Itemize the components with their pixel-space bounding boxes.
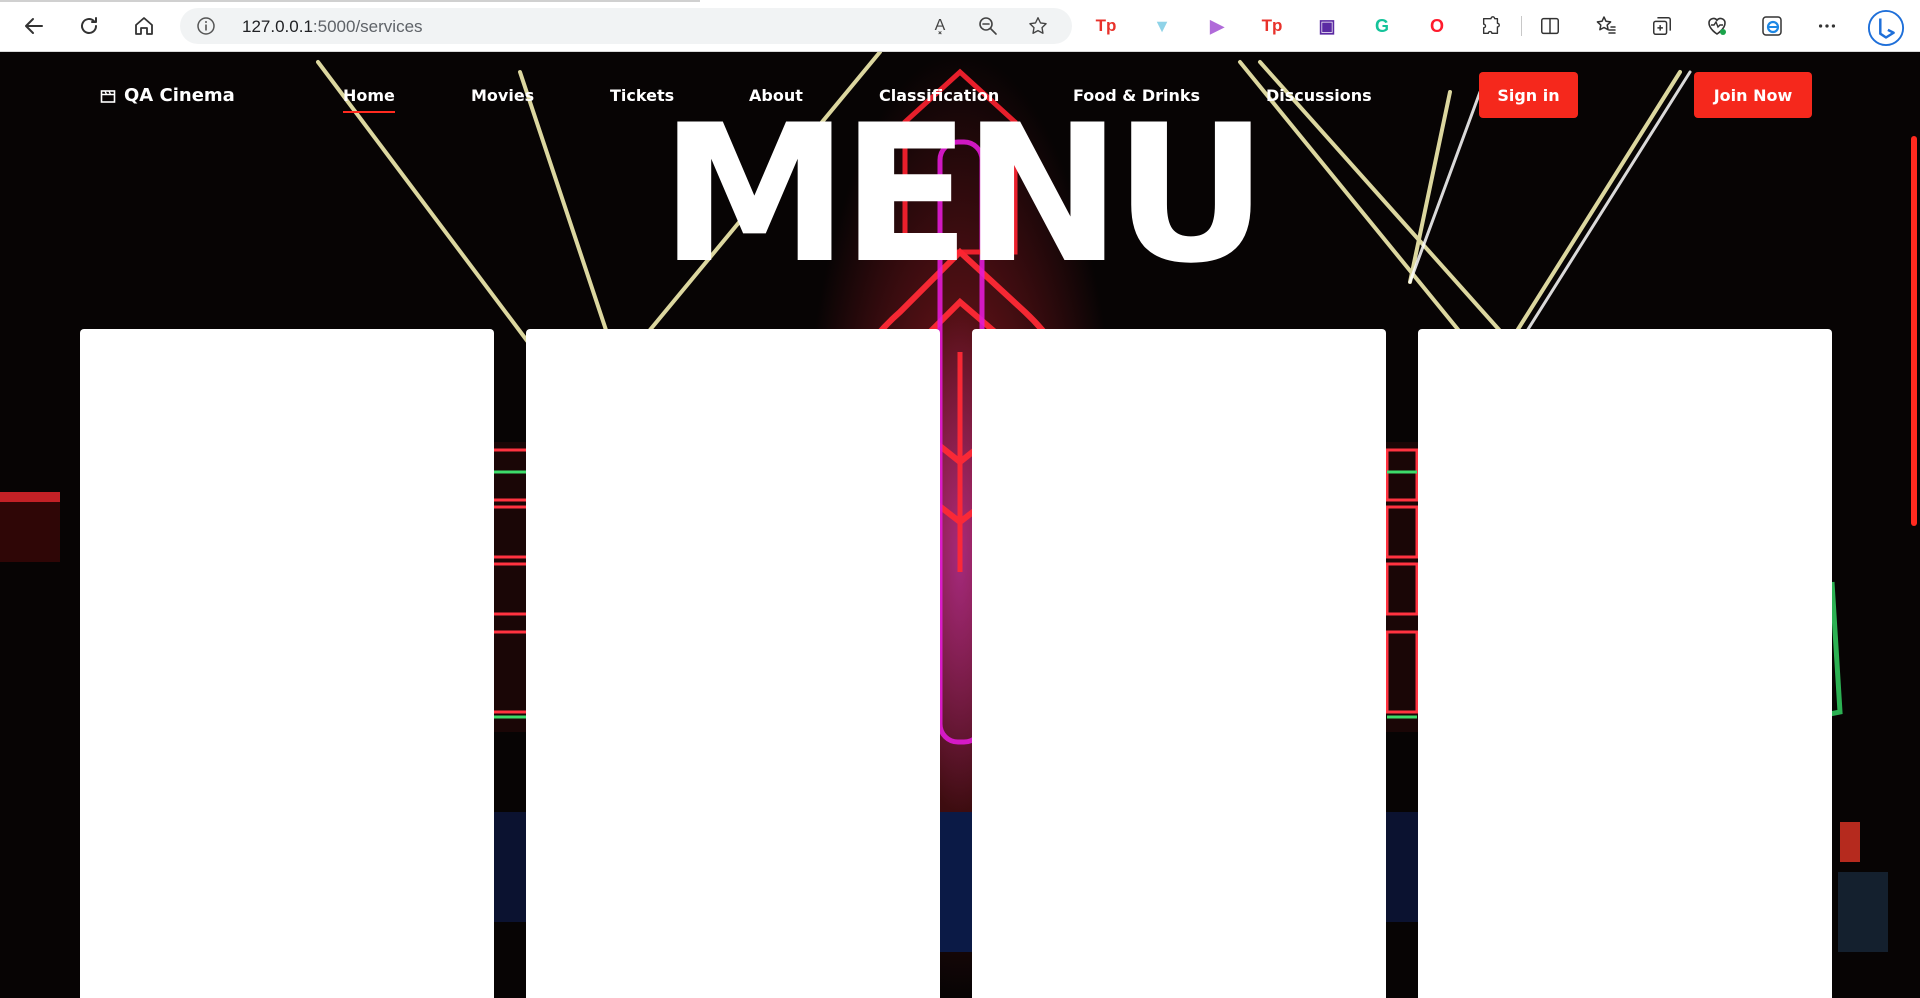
menu-card-4[interactable] [1418, 329, 1832, 998]
tp-extension-1-icon[interactable]: Tp [1092, 12, 1120, 40]
read-aloud-glyph: A͓ [934, 17, 946, 34]
split-screen-icon[interactable] [1536, 12, 1564, 40]
back-button[interactable] [18, 10, 50, 42]
browser-essentials-icon[interactable] [1703, 12, 1731, 40]
toolbar-divider [1521, 16, 1522, 36]
purple-extension-icon[interactable]: ▣ [1313, 12, 1341, 40]
shield-extension-glyph: ▼ [1153, 15, 1171, 36]
more-menu-icon[interactable] [1813, 12, 1841, 40]
page-load-indicator [0, 0, 700, 2]
url-path: :5000/services [312, 17, 423, 36]
opera-extension-glyph: O [1429, 15, 1444, 36]
purple-extension-glyph: ▣ [1318, 15, 1336, 36]
back-arrow-icon [25, 18, 43, 34]
play-extension-icon[interactable]: ▶ [1203, 12, 1231, 40]
browser-toolbar: 127.0.0.1:5000/services A͓ Tp ▼ ▶ Tp ▣ G O [0, 0, 1920, 52]
menu-card-1[interactable] [80, 329, 494, 998]
tp-extension-2-icon[interactable]: Tp [1258, 12, 1286, 40]
menu-card-2[interactable] [526, 329, 940, 998]
shield-extension-icon[interactable]: ▼ [1148, 12, 1176, 40]
url-host: 127.0.0.1 [242, 17, 313, 36]
read-aloud-icon[interactable]: A͓ [928, 14, 952, 38]
refresh-icon [81, 17, 97, 34]
address-url[interactable]: 127.0.0.1:5000/services [242, 17, 423, 37]
grammarly-extension-glyph: G [1374, 15, 1389, 36]
refresh-button[interactable] [73, 10, 105, 42]
opera-extension-icon[interactable]: O [1423, 12, 1451, 40]
home-icon [135, 17, 153, 35]
page-viewport: QA Cinema Home Movies Tickets About Clas… [0, 52, 1920, 998]
address-bar[interactable]: 127.0.0.1:5000/services A͓ [180, 8, 1072, 44]
collections-icon[interactable] [1648, 12, 1676, 40]
play-extension-glyph: ▶ [1210, 15, 1224, 36]
grammarly-extension-icon[interactable]: G [1368, 12, 1396, 40]
edge-ie-mode-icon[interactable] [1758, 12, 1786, 40]
tp-extension-2-glyph: Tp [1261, 16, 1283, 35]
menu-card-3[interactable] [972, 329, 1386, 998]
home-button[interactable] [128, 10, 160, 42]
copilot-icon[interactable] [1866, 8, 1906, 48]
extensions-puzzle-icon[interactable] [1477, 12, 1505, 40]
favorites-icon[interactable] [1592, 12, 1620, 40]
page-title: MENU [659, 84, 1268, 305]
favorite-star-icon[interactable] [1026, 14, 1050, 38]
tp-extension-1-glyph: Tp [1095, 16, 1117, 35]
site-info-icon[interactable] [196, 16, 216, 36]
page-scrollbar-thumb[interactable] [1911, 136, 1917, 526]
zoom-out-icon[interactable] [976, 14, 1000, 38]
